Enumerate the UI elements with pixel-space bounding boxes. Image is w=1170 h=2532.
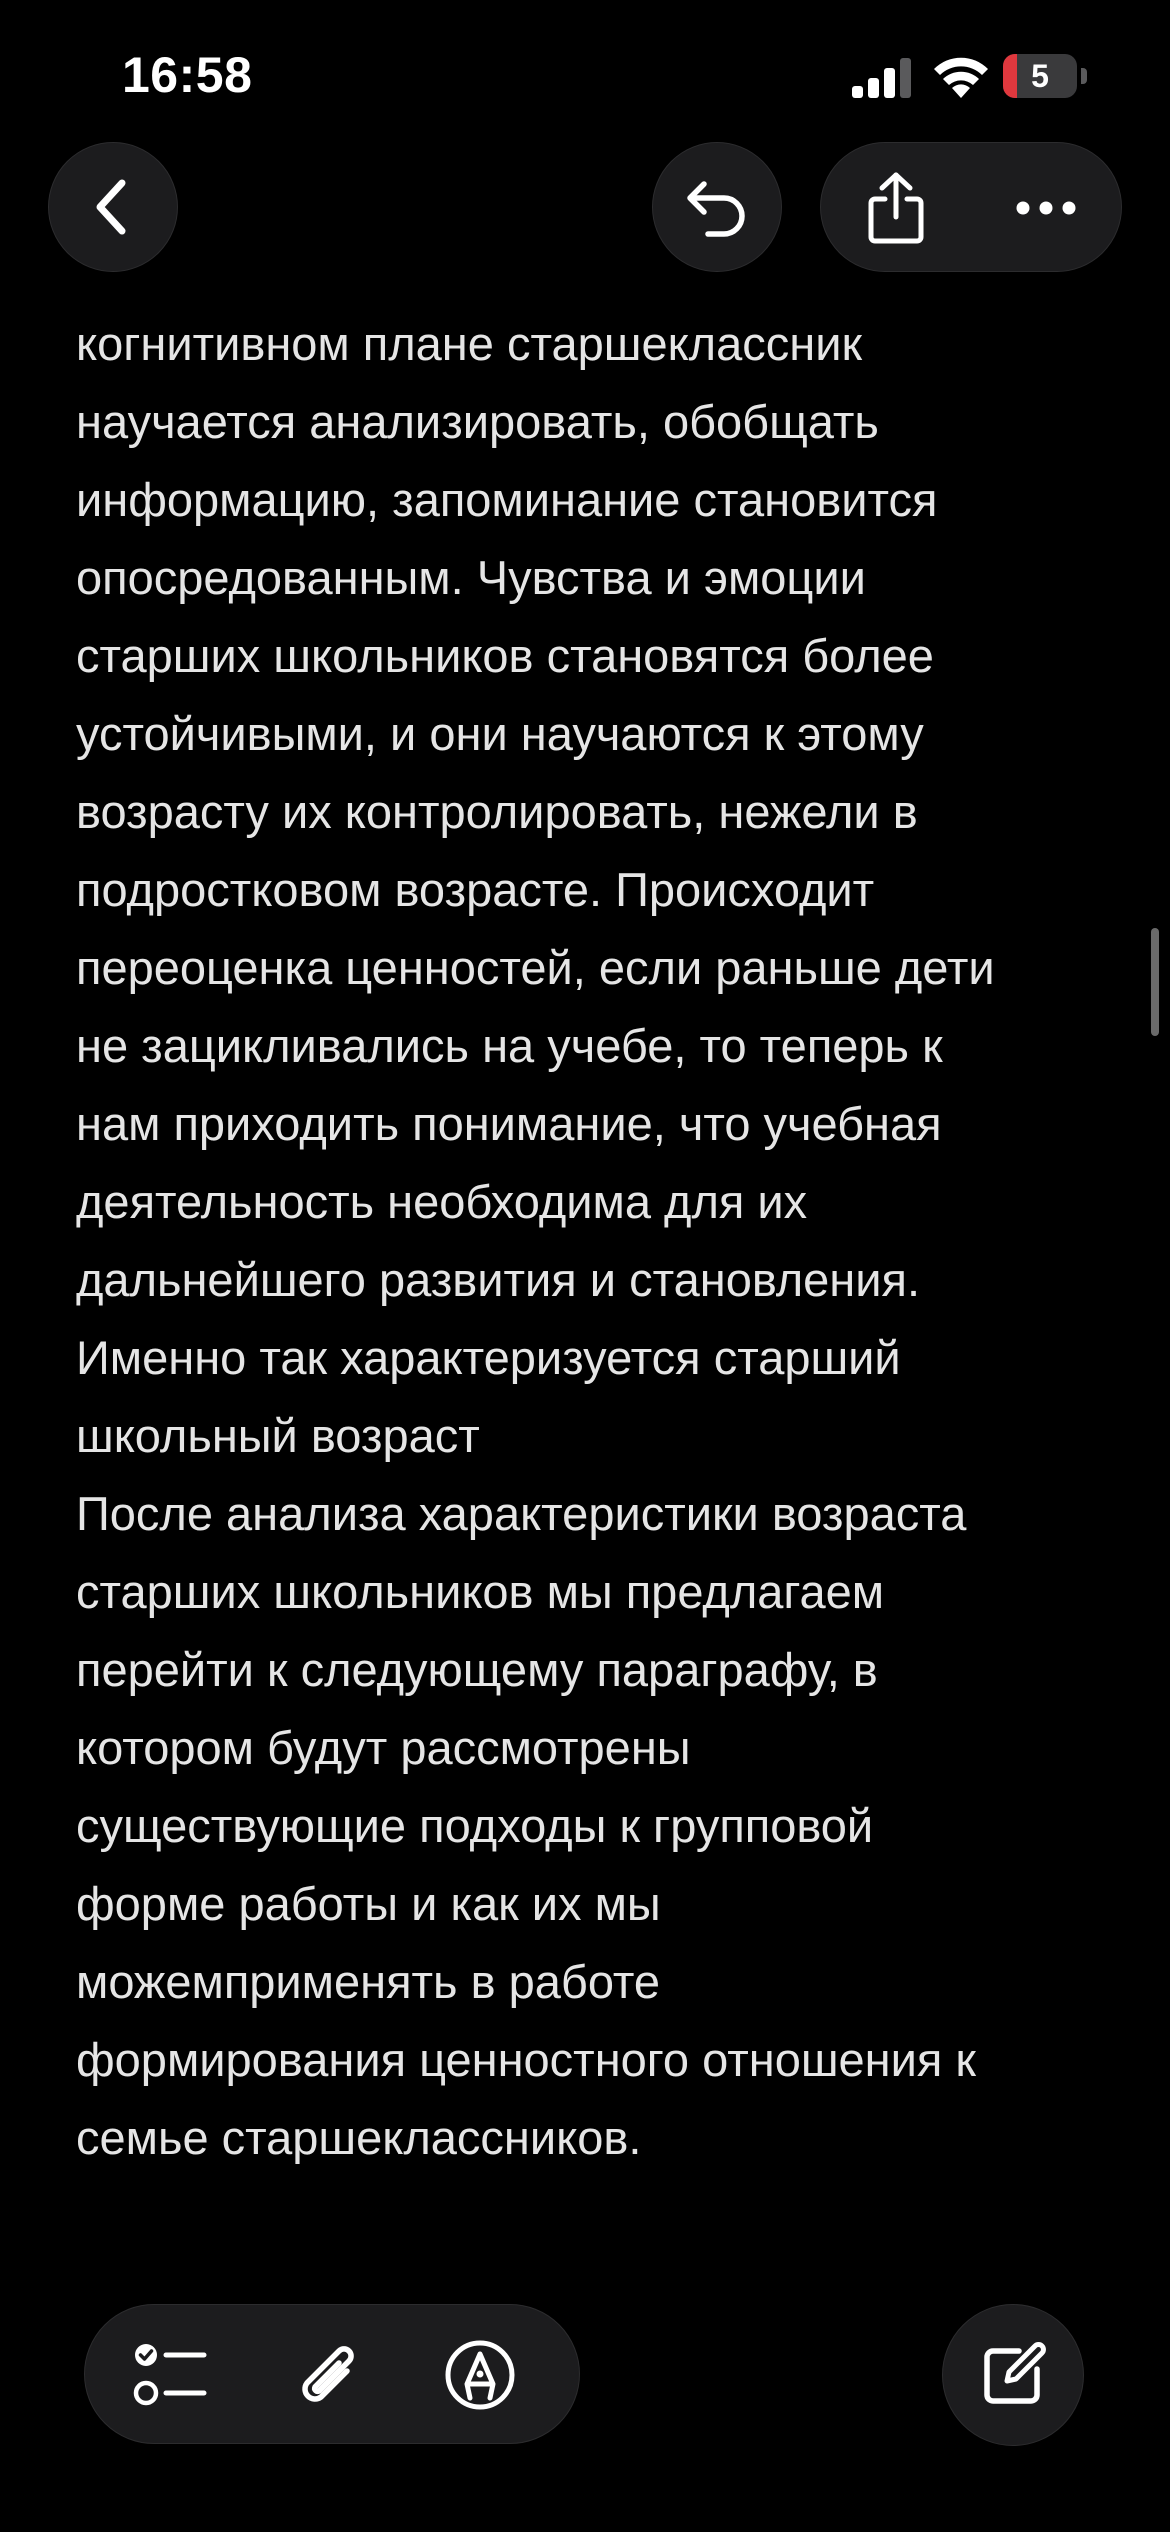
note-line: После анализа характеристики возраста (76, 1487, 967, 1540)
battery-level: 5 (1031, 58, 1049, 94)
chevron-left-icon (96, 179, 126, 235)
note-line: можемприменять в работе (76, 1955, 661, 2008)
note-line: опосредованным. Чувства и эмоции (76, 551, 866, 604)
undo-button[interactable] (652, 142, 782, 272)
share-button[interactable] (841, 153, 951, 263)
note-body[interactable]: когнитивном плане старшеклассник научаетс… (76, 305, 1116, 2177)
note-line: научается анализировать, обобщать (76, 395, 879, 448)
note-line: нам приходить понимание, что учебная (76, 1097, 942, 1150)
note-line: перейти к следующему параграфу, в (76, 1643, 878, 1696)
status-bar: 16:58 5 (0, 0, 1170, 150)
note-line: деятельность необходима для их (76, 1175, 808, 1228)
note-line: Именно так характеризуется старший (76, 1331, 901, 1384)
note-line: устойчивыми, и они научаются к этому (76, 707, 924, 760)
ellipsis-icon (1016, 201, 1076, 215)
more-button[interactable] (991, 153, 1101, 263)
battery-indicator: 5 (1003, 54, 1087, 98)
status-time: 16:58 (122, 47, 253, 103)
share-more-group (820, 142, 1122, 272)
cellular-signal-icon (852, 58, 911, 98)
attach-button[interactable] (273, 2320, 383, 2430)
note-line: подростковом возрасте. Происходит (76, 863, 875, 916)
note-line: информацию, запоминание становится (76, 473, 938, 526)
checklist-button[interactable] (115, 2320, 225, 2430)
note-line: дальнейшего развития и становления. (76, 1253, 921, 1306)
compose-button[interactable] (942, 2304, 1084, 2446)
note-line: переоценка ценностей, если раньше дети (76, 941, 995, 994)
note-line: существующие подходы к групповой (76, 1799, 874, 1852)
undo-icon (687, 181, 745, 237)
bottom-toolbar (84, 2304, 580, 2444)
scroll-indicator[interactable] (1151, 928, 1159, 1036)
compose-icon (984, 2342, 1046, 2404)
note-line: школьный возраст (76, 1409, 480, 1462)
note-line: старших школьников становятся более (76, 629, 934, 682)
back-button[interactable] (48, 142, 178, 272)
note-line: не зацикливались на учебе, то теперь к (76, 1019, 943, 1072)
note-line: котором будут рассмотрены (76, 1721, 691, 1774)
wifi-icon (934, 57, 988, 98)
checklist-icon (133, 2344, 207, 2406)
note-line: возрасту их контролировать, нежели в (76, 785, 918, 838)
note-line: формирования ценностного отношения к (76, 2033, 976, 2086)
share-icon (868, 172, 924, 244)
note-line: когнитивном плане старшеклассник (76, 317, 863, 370)
note-line: форме работы и как их мы (76, 1877, 661, 1930)
note-line: старших школьников мы предлагаем (76, 1565, 885, 1618)
pen-tip-icon (445, 2340, 515, 2410)
markup-button[interactable] (425, 2320, 535, 2430)
paperclip-icon (302, 2346, 354, 2402)
note-line: семье старшеклассников. (76, 2111, 642, 2164)
